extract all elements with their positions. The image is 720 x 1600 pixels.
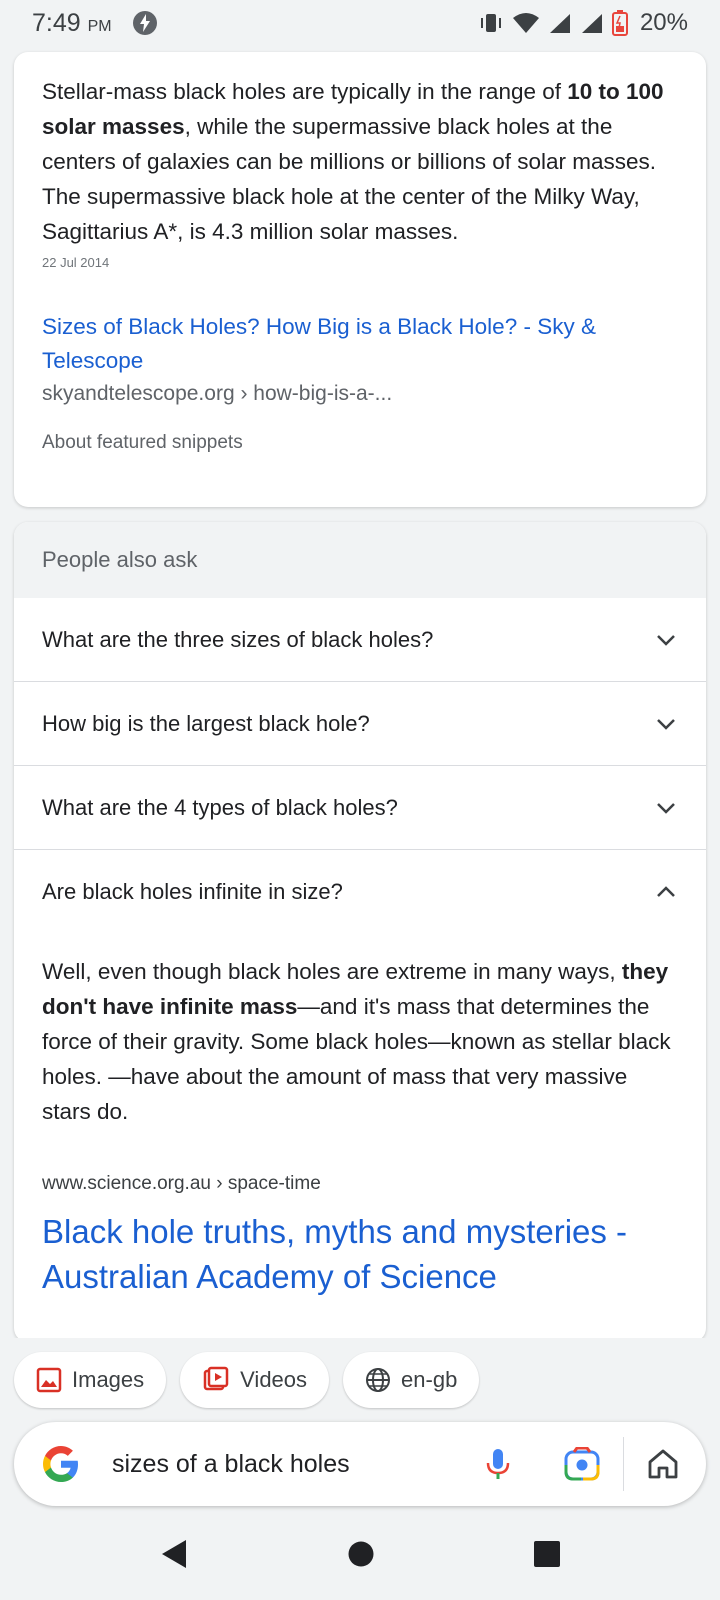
paa-question-expanded[interactable]: Are black holes infinite in size? — [14, 850, 706, 934]
vibrate-icon — [480, 14, 501, 32]
about-featured-snippets-link[interactable]: About featured snippets — [42, 432, 678, 454]
paa-answer-text: Well, even though black holes are extrem… — [42, 959, 671, 1124]
flash-icon — [132, 11, 157, 35]
snippet-text: Stellar-mass black holes are typically i… — [42, 79, 664, 244]
google-lens-icon[interactable] — [563, 1447, 601, 1481]
divider — [623, 1437, 624, 1491]
battery-level: 20% — [639, 9, 688, 36]
search-bar[interactable]: sizes of a black holes — [14, 1422, 706, 1506]
videos-chip[interactable]: Videos — [180, 1352, 330, 1408]
chevron-up-icon — [657, 886, 675, 897]
featured-snippet-card: Stellar-mass black holes are typically i… — [14, 52, 706, 507]
paa-answer-url: www.science.org.au › space-time — [42, 1173, 321, 1194]
paa-answer-link[interactable]: Black hole truths, myths and mysteries -… — [14, 1195, 706, 1299]
paa-header: People also ask — [14, 522, 706, 598]
paa-question[interactable]: What are the 4 types of black holes? — [14, 766, 706, 850]
images-chip[interactable]: Images — [14, 1352, 167, 1408]
snippet-source-link[interactable]: Sizes of Black Holes? How Big is a Black… — [42, 310, 678, 378]
home-button-icon[interactable] — [347, 1540, 375, 1568]
status-bar: 7:49 PM 20% — [0, 0, 720, 46]
search-query[interactable]: sizes of a black holes — [112, 1450, 350, 1479]
wifi-icon — [512, 13, 539, 33]
people-also-ask-card: People also ask What are the three sizes… — [14, 522, 706, 1342]
status-time: 7:49 PM — [32, 8, 112, 37]
chevron-down-icon — [657, 802, 675, 814]
chevron-down-icon — [657, 718, 675, 730]
language-chip[interactable]: en-gb — [343, 1352, 480, 1408]
home-icon[interactable] — [646, 1447, 680, 1481]
snippet-source-url: skyandtelescope.org › how-big-is-a-... — [42, 382, 393, 405]
signal-icon-2 — [581, 14, 602, 33]
paa-question[interactable]: How big is the largest black hole? — [14, 682, 706, 766]
snippet-date: 22 Jul 2014 — [42, 255, 110, 270]
signal-icon — [549, 14, 570, 33]
image-icon — [36, 1367, 62, 1393]
chevron-down-icon — [657, 634, 675, 646]
paa-question[interactable]: What are the three sizes of black holes? — [14, 598, 706, 682]
google-logo-icon — [43, 1446, 78, 1482]
microphone-icon[interactable] — [483, 1447, 513, 1481]
globe-icon — [366, 1368, 391, 1392]
back-icon[interactable] — [159, 1538, 189, 1570]
recents-icon[interactable] — [533, 1540, 561, 1568]
navigation-bar — [0, 1508, 720, 1600]
video-icon — [203, 1366, 229, 1391]
search-chips: Images Videos en-gb — [14, 1352, 480, 1408]
search-actions — [483, 1437, 680, 1491]
battery-icon — [611, 10, 628, 36]
status-icons: 20% — [478, 9, 688, 37]
